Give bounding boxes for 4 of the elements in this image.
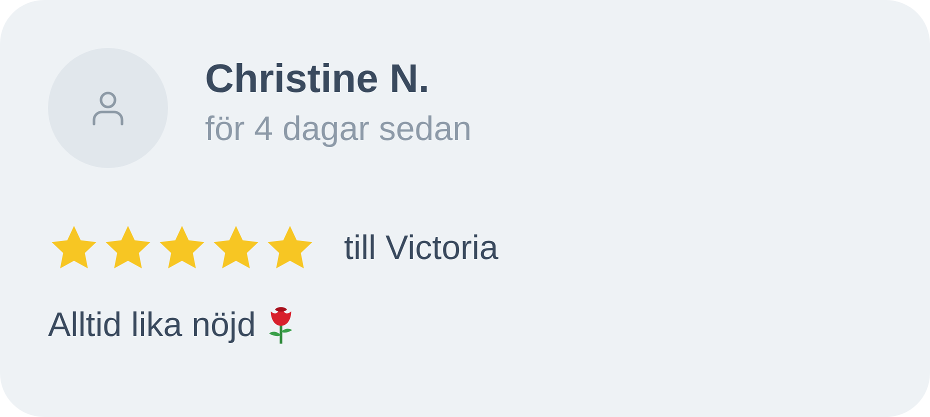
review-time: för 4 dagar sedan (205, 110, 472, 149)
recipient-label: till Victoria (344, 228, 498, 268)
author-name: Christine N. (205, 57, 430, 102)
review-text: Alltid lika nöjd (48, 306, 256, 344)
